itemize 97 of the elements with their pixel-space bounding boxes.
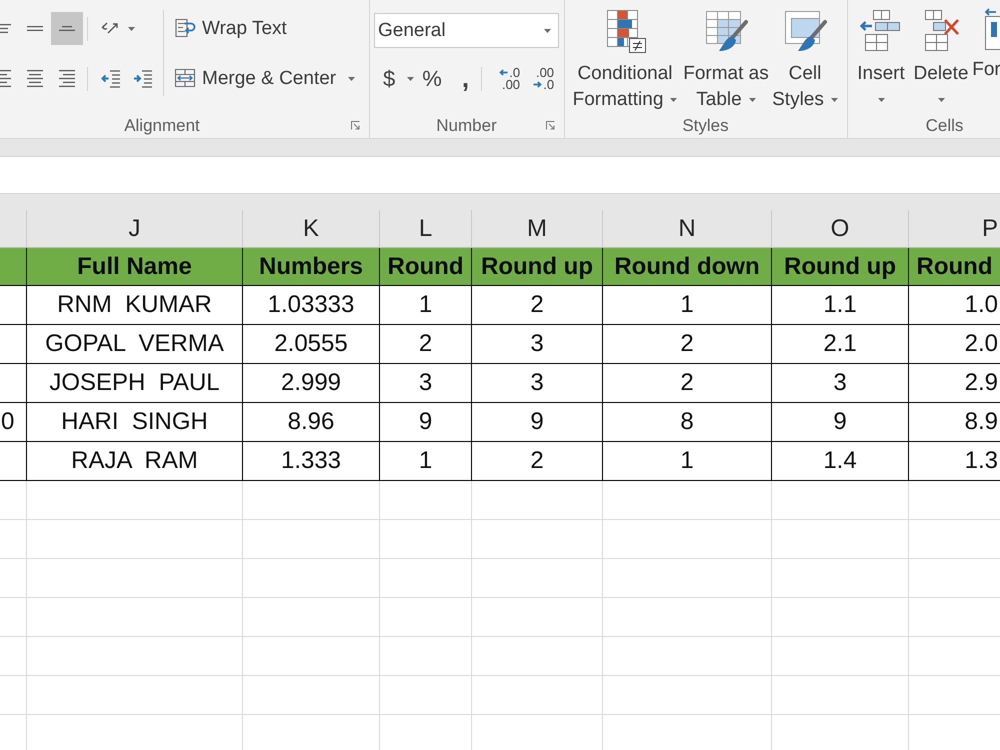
table-cell: 0 — [0, 403, 27, 442]
group-label: Number — [436, 116, 497, 136]
left-arrow-icon — [499, 69, 508, 76]
table-cell: 8 — [603, 403, 772, 442]
table-cell: 9 — [772, 403, 909, 442]
table-cell: 1.3 — [909, 442, 1000, 481]
table-cell: 1 — [380, 442, 472, 481]
caret-icon — [348, 76, 356, 80]
empty-cell — [0, 598, 27, 637]
table-cell: 1 — [603, 442, 772, 481]
group-label: Alignment — [124, 116, 200, 136]
table-cell: 3 — [472, 364, 603, 403]
table-cell: 2.9 — [909, 364, 1000, 403]
table-cell — [0, 364, 27, 403]
caret-icon — [128, 26, 135, 30]
currency-button[interactable]: $ — [378, 62, 418, 95]
header-cell: Round down — [603, 248, 772, 286]
table-cell: 2.999 — [243, 364, 380, 403]
comma-style-button[interactable]: , — [446, 62, 478, 95]
table-cell: 3 — [472, 325, 603, 364]
percent-button[interactable]: % — [418, 62, 446, 95]
increase-indent-icon — [133, 70, 153, 88]
table-cell: 1 — [603, 286, 772, 325]
table-cell: 1.1 — [772, 286, 909, 325]
table-cell: RNM KUMAR — [27, 286, 243, 325]
header-cell: Round up — [472, 248, 603, 286]
table-cell: 2.1 — [772, 325, 909, 364]
align-center-icon — [27, 70, 43, 87]
table-cell: 1.03333 — [243, 286, 380, 325]
caret-icon — [830, 98, 838, 102]
caret-icon — [748, 98, 756, 102]
table-cell: 8.9 — [909, 403, 1000, 442]
wrap-text-button[interactable]: Wrap Text — [171, 12, 360, 45]
empty-cell — [0, 520, 27, 559]
caret-icon — [407, 76, 414, 80]
align-right-icon — [59, 70, 75, 87]
table-cell: 2.0 — [909, 325, 1000, 364]
table-cell: 2 — [603, 364, 772, 403]
table-cell — [0, 442, 27, 481]
table-cell: 2 — [380, 325, 472, 364]
table-cell: 2.0555 — [243, 325, 380, 364]
insert-cells-icon — [859, 8, 903, 54]
conditional-formatting-button[interactable]: Conditional Formatting — [569, 6, 681, 112]
table-cell: GOPAL VERMA — [27, 325, 243, 364]
header-cell: Numbers — [243, 248, 380, 286]
align-middle-icon — [27, 26, 43, 31]
header-cell — [0, 248, 27, 286]
delete-button[interactable]: Delete — [910, 6, 972, 112]
table-cell: 8.96 — [243, 403, 380, 442]
empty-cell — [0, 676, 27, 715]
align-bottom-button[interactable] — [51, 12, 83, 45]
dialog-launcher-icon[interactable] — [546, 121, 555, 130]
merge-center-button[interactable]: Merge & Center — [171, 62, 360, 95]
empty-cell — [0, 481, 27, 520]
caret-icon — [544, 28, 551, 32]
empty-cell — [0, 637, 27, 676]
empty-cell — [0, 559, 27, 598]
decrease-indent-icon — [101, 70, 121, 88]
caret-icon — [670, 98, 678, 102]
merge-cells-icon — [175, 69, 196, 88]
table-cell: 9 — [380, 403, 472, 442]
number-format-dropdown[interactable]: General — [374, 13, 559, 48]
align-bottom-icon — [59, 26, 75, 31]
wrap-text-icon — [175, 19, 196, 38]
header-cell: Full Name — [27, 248, 243, 286]
header-cell: Round — [909, 248, 1000, 286]
table-cell: HARI SINGH — [27, 403, 243, 442]
table-cell: 2 — [603, 325, 772, 364]
table-cell: 1.0 — [909, 286, 1000, 325]
dialog-launcher-icon[interactable] — [351, 121, 360, 130]
group-label: Cells — [926, 116, 964, 136]
table-cell — [0, 286, 27, 325]
insert-button[interactable]: Insert — [852, 6, 910, 112]
group-label: Styles — [682, 116, 729, 136]
right-arrow-icon — [533, 81, 542, 88]
table-brush-icon — [704, 8, 748, 54]
table-cell: 3 — [772, 364, 909, 403]
table-cell: 2 — [472, 442, 603, 481]
table-cell: RAJA RAM — [27, 442, 243, 481]
table-cell: 1.333 — [243, 442, 380, 481]
table-cell — [0, 325, 27, 364]
table-cell: 1.4 — [772, 442, 909, 481]
caret-icon — [938, 98, 944, 102]
format-as-table-button[interactable]: Format as Table — [681, 6, 771, 112]
header-cell: Round up — [772, 248, 909, 286]
table-cell: 9 — [472, 403, 603, 442]
table-cell: JOSEPH PAUL — [27, 364, 243, 403]
decrease-decimal-button[interactable]: .00 .0 — [523, 62, 558, 95]
increase-decimal-button[interactable]: .0 .00 — [489, 62, 524, 95]
caret-icon — [878, 98, 884, 102]
angled-arrow-icon — [101, 21, 119, 36]
table-cell: 2 — [472, 286, 603, 325]
table-cell: 3 — [380, 364, 472, 403]
table-cell: 1 — [380, 286, 472, 325]
cell-brush-icon — [783, 8, 827, 54]
header-cell: Round — [380, 248, 472, 286]
cell-styles-button[interactable]: Cell Styles — [771, 6, 839, 112]
